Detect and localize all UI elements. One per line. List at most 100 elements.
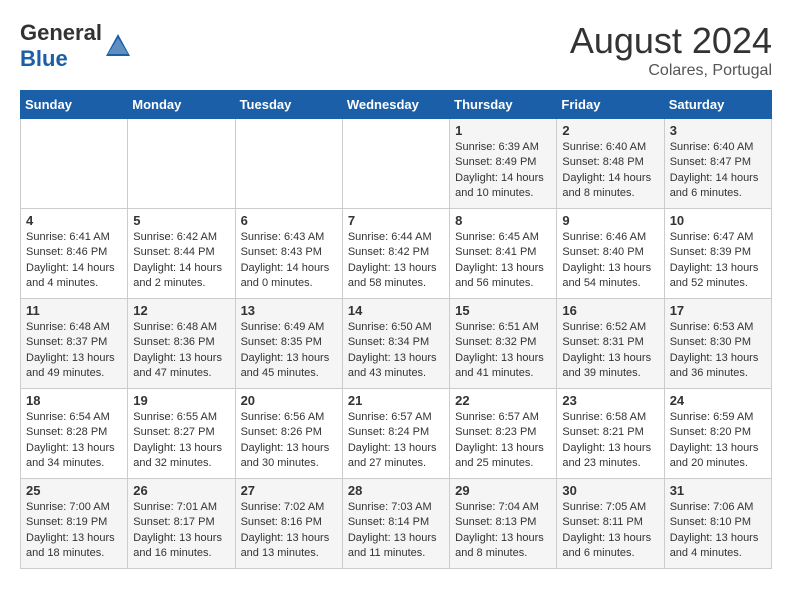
- day-info: Sunrise: 6:39 AM Sunset: 8:49 PM Dayligh…: [455, 140, 551, 202]
- calendar-cell: 25Sunrise: 7:00 AM Sunset: 8:19 PM Dayli…: [21, 479, 128, 569]
- day-info: Sunrise: 7:06 AM Sunset: 8:10 PM Dayligh…: [670, 500, 766, 562]
- day-info: Sunrise: 6:58 AM Sunset: 8:21 PM Dayligh…: [562, 410, 658, 472]
- logo: General Blue: [20, 20, 132, 72]
- day-number: 18: [26, 393, 122, 408]
- title-block: August 2024 Colares, Portugal: [570, 20, 772, 80]
- logo-blue-text: Blue: [20, 46, 68, 71]
- calendar-week-1: 1 Sunrise: 6:39 AM Sunset: 8:49 PM Daylig…: [21, 119, 772, 209]
- day-info: Sunrise: 7:01 AM Sunset: 8:17 PM Dayligh…: [133, 500, 229, 562]
- calendar-cell: [342, 119, 449, 209]
- day-info: Sunrise: 6:42 AM Sunset: 8:44 PM Dayligh…: [133, 230, 229, 292]
- weekday-monday: Monday: [128, 91, 235, 119]
- day-info: Sunrise: 7:04 AM Sunset: 8:13 PM Dayligh…: [455, 500, 551, 562]
- calendar-cell: 1 Sunrise: 6:39 AM Sunset: 8:49 PM Daylig…: [450, 119, 557, 209]
- day-info: Sunrise: 6:50 AM Sunset: 8:34 PM Dayligh…: [348, 320, 444, 382]
- day-number: 6: [241, 213, 337, 228]
- calendar-cell: 30 Sunrise: 7:05 AM Sunset: 8:11 PM Dayli…: [557, 479, 664, 569]
- calendar-week-5: 25Sunrise: 7:00 AM Sunset: 8:19 PM Dayli…: [21, 479, 772, 569]
- calendar-cell: 23Sunrise: 6:58 AM Sunset: 8:21 PM Dayli…: [557, 389, 664, 479]
- day-info: Sunrise: 6:57 AM Sunset: 8:24 PM Dayligh…: [348, 410, 444, 472]
- calendar-cell: 5Sunrise: 6:42 AM Sunset: 8:44 PM Daylig…: [128, 209, 235, 299]
- day-number: 17: [670, 303, 766, 318]
- calendar-cell: 12 Sunrise: 6:48 AM Sunset: 8:36 PM Dayli…: [128, 299, 235, 389]
- day-number: 28: [348, 483, 444, 498]
- calendar-cell: 4 Sunrise: 6:41 AM Sunset: 8:46 PM Daylig…: [21, 209, 128, 299]
- day-number: 7: [348, 213, 444, 228]
- calendar-week-2: 4 Sunrise: 6:41 AM Sunset: 8:46 PM Daylig…: [21, 209, 772, 299]
- logo-general-text: General: [20, 20, 102, 45]
- calendar-cell: 26 Sunrise: 7:01 AM Sunset: 8:17 PM Dayli…: [128, 479, 235, 569]
- day-number: 1: [455, 123, 551, 138]
- day-info: Sunrise: 6:59 AM Sunset: 8:20 PM Dayligh…: [670, 410, 766, 472]
- calendar-cell: 6 Sunrise: 6:43 AM Sunset: 8:43 PM Daylig…: [235, 209, 342, 299]
- weekday-tuesday: Tuesday: [235, 91, 342, 119]
- calendar-cell: 27Sunrise: 7:02 AM Sunset: 8:16 PM Dayli…: [235, 479, 342, 569]
- day-info: Sunrise: 6:49 AM Sunset: 8:35 PM Dayligh…: [241, 320, 337, 382]
- day-number: 9: [562, 213, 658, 228]
- day-number: 14: [348, 303, 444, 318]
- calendar-cell: 13 Sunrise: 6:49 AM Sunset: 8:35 PM Dayli…: [235, 299, 342, 389]
- month-year: August 2024: [570, 20, 772, 62]
- weekday-wednesday: Wednesday: [342, 91, 449, 119]
- calendar-cell: 3 Sunrise: 6:40 AM Sunset: 8:47 PM Daylig…: [664, 119, 771, 209]
- day-info: Sunrise: 7:05 AM Sunset: 8:11 PM Dayligh…: [562, 500, 658, 562]
- calendar-cell: 2Sunrise: 6:40 AM Sunset: 8:48 PM Daylig…: [557, 119, 664, 209]
- calendar-cell: [235, 119, 342, 209]
- day-number: 22: [455, 393, 551, 408]
- day-info: Sunrise: 6:55 AM Sunset: 8:27 PM Dayligh…: [133, 410, 229, 472]
- calendar-cell: 11Sunrise: 6:48 AM Sunset: 8:37 PM Dayli…: [21, 299, 128, 389]
- day-number: 30: [562, 483, 658, 498]
- day-info: Sunrise: 6:48 AM Sunset: 8:37 PM Dayligh…: [26, 320, 122, 382]
- day-info: Sunrise: 6:41 AM Sunset: 8:46 PM Dayligh…: [26, 230, 122, 292]
- day-number: 27: [241, 483, 337, 498]
- calendar-body: 1 Sunrise: 6:39 AM Sunset: 8:49 PM Daylig…: [21, 119, 772, 569]
- day-number: 13: [241, 303, 337, 318]
- day-info: Sunrise: 6:47 AM Sunset: 8:39 PM Dayligh…: [670, 230, 766, 292]
- weekday-thursday: Thursday: [450, 91, 557, 119]
- calendar-cell: 31 Sunrise: 7:06 AM Sunset: 8:10 PM Dayli…: [664, 479, 771, 569]
- day-info: Sunrise: 6:44 AM Sunset: 8:42 PM Dayligh…: [348, 230, 444, 292]
- day-number: 25: [26, 483, 122, 498]
- weekday-header-row: SundayMondayTuesdayWednesdayThursdayFrid…: [21, 91, 772, 119]
- day-info: Sunrise: 6:40 AM Sunset: 8:47 PM Dayligh…: [670, 140, 766, 202]
- weekday-friday: Friday: [557, 91, 664, 119]
- weekday-sunday: Sunday: [21, 91, 128, 119]
- day-number: 12: [133, 303, 229, 318]
- day-number: 10: [670, 213, 766, 228]
- day-info: Sunrise: 6:45 AM Sunset: 8:41 PM Dayligh…: [455, 230, 551, 292]
- day-number: 31: [670, 483, 766, 498]
- logo-icon: [104, 32, 132, 60]
- calendar-table: SundayMondayTuesdayWednesdayThursdayFrid…: [20, 90, 772, 569]
- day-info: Sunrise: 6:43 AM Sunset: 8:43 PM Dayligh…: [241, 230, 337, 292]
- day-info: Sunrise: 6:54 AM Sunset: 8:28 PM Dayligh…: [26, 410, 122, 472]
- calendar-cell: 15Sunrise: 6:51 AM Sunset: 8:32 PM Dayli…: [450, 299, 557, 389]
- calendar-week-4: 18 Sunrise: 6:54 AM Sunset: 8:28 PM Dayli…: [21, 389, 772, 479]
- calendar-cell: 28Sunrise: 7:03 AM Sunset: 8:14 PM Dayli…: [342, 479, 449, 569]
- day-info: Sunrise: 6:52 AM Sunset: 8:31 PM Dayligh…: [562, 320, 658, 382]
- calendar-cell: 29 Sunrise: 7:04 AM Sunset: 8:13 PM Dayli…: [450, 479, 557, 569]
- calendar-cell: 14 Sunrise: 6:50 AM Sunset: 8:34 PM Dayli…: [342, 299, 449, 389]
- day-number: 19: [133, 393, 229, 408]
- day-number: 29: [455, 483, 551, 498]
- calendar-header: SundayMondayTuesdayWednesdayThursdayFrid…: [21, 91, 772, 119]
- location: Colares, Portugal: [570, 62, 772, 80]
- day-info: Sunrise: 6:48 AM Sunset: 8:36 PM Dayligh…: [133, 320, 229, 382]
- day-number: 4: [26, 213, 122, 228]
- calendar-cell: 7 Sunrise: 6:44 AM Sunset: 8:42 PM Daylig…: [342, 209, 449, 299]
- day-info: Sunrise: 6:53 AM Sunset: 8:30 PM Dayligh…: [670, 320, 766, 382]
- day-info: Sunrise: 6:40 AM Sunset: 8:48 PM Dayligh…: [562, 140, 658, 202]
- day-number: 26: [133, 483, 229, 498]
- day-number: 21: [348, 393, 444, 408]
- calendar-cell: 20Sunrise: 6:56 AM Sunset: 8:26 PM Dayli…: [235, 389, 342, 479]
- weekday-saturday: Saturday: [664, 91, 771, 119]
- day-number: 3: [670, 123, 766, 138]
- calendar-cell: [21, 119, 128, 209]
- calendar-week-3: 11Sunrise: 6:48 AM Sunset: 8:37 PM Dayli…: [21, 299, 772, 389]
- page-header: General Blue August 2024 Colares, Portug…: [20, 20, 772, 80]
- calendar-cell: 10 Sunrise: 6:47 AM Sunset: 8:39 PM Dayli…: [664, 209, 771, 299]
- calendar-cell: 19 Sunrise: 6:55 AM Sunset: 8:27 PM Dayli…: [128, 389, 235, 479]
- day-number: 8: [455, 213, 551, 228]
- day-number: 20: [241, 393, 337, 408]
- calendar-cell: 21 Sunrise: 6:57 AM Sunset: 8:24 PM Dayli…: [342, 389, 449, 479]
- calendar-cell: 8 Sunrise: 6:45 AM Sunset: 8:41 PM Daylig…: [450, 209, 557, 299]
